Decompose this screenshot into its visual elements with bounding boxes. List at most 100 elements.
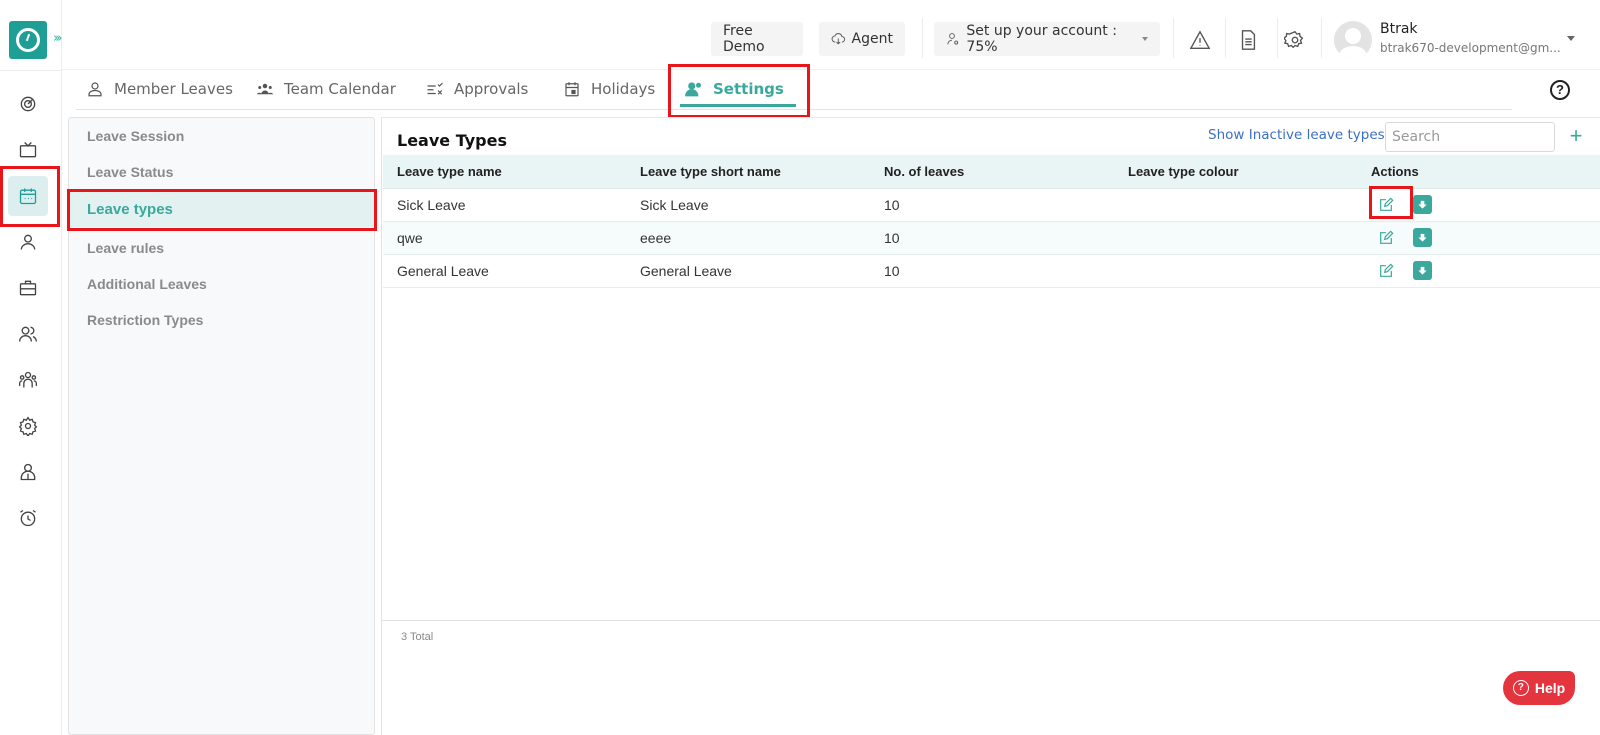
leave-count: 10 <box>870 221 1114 255</box>
edit-button[interactable] <box>1375 260 1397 282</box>
dashboard-icon <box>20 96 36 112</box>
document-icon <box>1241 30 1256 50</box>
user-email: btrak670-development@gm... <box>1380 41 1561 55</box>
gear-icon <box>1284 30 1304 49</box>
column-header[interactable]: Leave type short name <box>626 155 870 189</box>
header-divider <box>1277 18 1278 58</box>
setup-account-label: Set up your account : 75% <box>966 23 1117 55</box>
header-divider <box>1225 18 1226 58</box>
app-root: ››› Free Demo Agent Set up your account … <box>0 0 1600 735</box>
leave-type-short-name: eeee <box>626 221 870 255</box>
settings-nav-restriction-types[interactable]: Restriction Types <box>69 302 374 338</box>
user-icon <box>88 82 102 97</box>
agent-label: Agent <box>851 31 893 47</box>
row-actions <box>1357 254 1600 288</box>
header-divider <box>922 18 923 58</box>
tab-label: Holidays <box>591 80 656 98</box>
tab-label: Team Calendar <box>284 80 396 98</box>
user-avatar[interactable] <box>1334 21 1372 59</box>
column-header[interactable]: Leave type colour <box>1114 155 1357 189</box>
agent-button[interactable]: Agent <box>819 22 905 56</box>
app-logo[interactable] <box>9 21 47 59</box>
expand-sidebar-icon[interactable]: ››› <box>53 31 62 46</box>
leave-type-name: Sick Leave <box>383 188 626 222</box>
archive-button[interactable] <box>1413 261 1432 280</box>
settings-nav-leave-status[interactable]: Leave Status <box>69 154 374 190</box>
warning-icon <box>1189 30 1211 49</box>
free-demo-button[interactable]: Free Demo <box>711 22 803 56</box>
leave-types-table: Leave type name Leave type short name No… <box>383 155 1600 288</box>
settings-nav-leave-rules[interactable]: Leave rules <box>69 230 374 266</box>
table-row[interactable]: Sick Leave Sick Leave 10 <box>383 188 1600 222</box>
settings-nav-leave-types[interactable]: Leave types <box>69 191 374 227</box>
clock-logo-icon <box>16 28 40 52</box>
settings-nav-leave-session[interactable]: Leave Session <box>69 118 374 154</box>
settings-button[interactable] <box>1283 28 1307 52</box>
page-title: Leave Types <box>397 131 507 150</box>
table-footer-divider <box>382 620 1600 621</box>
tab-settings[interactable]: Settings <box>685 70 784 108</box>
column-header[interactable]: No. of leaves <box>870 155 1114 189</box>
row-actions <box>1357 188 1600 222</box>
leave-type-name: qwe <box>383 221 626 255</box>
approvals-icon <box>427 82 443 95</box>
setup-account-dropdown[interactable]: Set up your account : 75% <box>934 22 1160 56</box>
show-inactive-link[interactable]: Show Inactive leave types <box>1208 127 1385 143</box>
leave-count: 10 <box>870 188 1114 222</box>
help-question-icon[interactable]: ? <box>1550 80 1570 100</box>
archive-button[interactable] <box>1413 195 1432 214</box>
gear-icon <box>18 416 38 436</box>
rail-item-leaves[interactable] <box>8 176 48 216</box>
leave-count: 10 <box>870 254 1114 288</box>
nav-label: Leave rules <box>87 240 165 256</box>
tab-label: Settings <box>713 80 784 98</box>
rail-item-team[interactable] <box>8 360 48 400</box>
settings-nav-additional-leaves[interactable]: Additional Leaves <box>69 266 374 302</box>
nav-label: Leave types <box>87 200 173 218</box>
rail-item-briefcase[interactable] <box>8 268 48 308</box>
alert-button[interactable] <box>1188 28 1212 52</box>
tab-approvals[interactable]: Approvals <box>426 70 528 108</box>
help-question-icon: ? <box>1512 680 1529 696</box>
rail-item-tv[interactable] <box>8 130 48 170</box>
rail-item-alarm[interactable] <box>8 498 48 538</box>
leave-type-short-name: General Leave <box>626 254 870 288</box>
rail-item-users[interactable] <box>8 314 48 354</box>
nav-label: Leave Status <box>87 164 174 180</box>
documents-button[interactable] <box>1236 28 1260 52</box>
leave-type-colour <box>1114 254 1357 288</box>
column-header[interactable]: Leave type name <box>383 155 626 189</box>
header-divider <box>1173 18 1174 58</box>
help-button[interactable]: ? Help <box>1503 671 1575 705</box>
rail-item-dashboard[interactable] <box>8 84 48 124</box>
user-name: Btrak <box>1380 21 1418 37</box>
active-tab-indicator <box>680 104 796 107</box>
team-icon <box>256 83 274 95</box>
add-leave-type-button[interactable]: + <box>1565 121 1587 151</box>
user-icon <box>20 234 36 250</box>
free-demo-label: Free Demo <box>723 23 765 55</box>
leave-type-colour <box>1114 188 1357 222</box>
calendar-icon <box>19 188 37 205</box>
table-row[interactable]: qwe eeee 10 <box>383 221 1600 255</box>
total-count: 3 Total <box>401 631 434 643</box>
calendar-icon <box>565 82 579 97</box>
table-row[interactable]: General Leave General Leave 10 <box>383 254 1600 288</box>
archive-button[interactable] <box>1413 228 1432 247</box>
rail-item-settings[interactable] <box>8 406 48 446</box>
edit-button[interactable] <box>1375 227 1397 249</box>
tab-label: Member Leaves <box>114 80 233 98</box>
cloud-download-icon <box>831 33 846 45</box>
tab-team-calendar[interactable]: Team Calendar <box>256 70 396 108</box>
search-input[interactable] <box>1385 122 1555 152</box>
profile-icon <box>20 463 36 481</box>
tab-member-leaves[interactable]: Member Leaves <box>86 70 233 108</box>
tv-icon <box>19 142 37 158</box>
archive-icon <box>1418 233 1427 242</box>
tab-holidays[interactable]: Holidays <box>563 70 655 108</box>
header-divider <box>1321 18 1322 58</box>
rail-item-profile[interactable] <box>8 452 48 492</box>
user-menu-caret-icon[interactable] <box>1567 36 1575 41</box>
rail-item-user[interactable] <box>8 222 48 262</box>
edit-button[interactable] <box>1375 194 1397 216</box>
